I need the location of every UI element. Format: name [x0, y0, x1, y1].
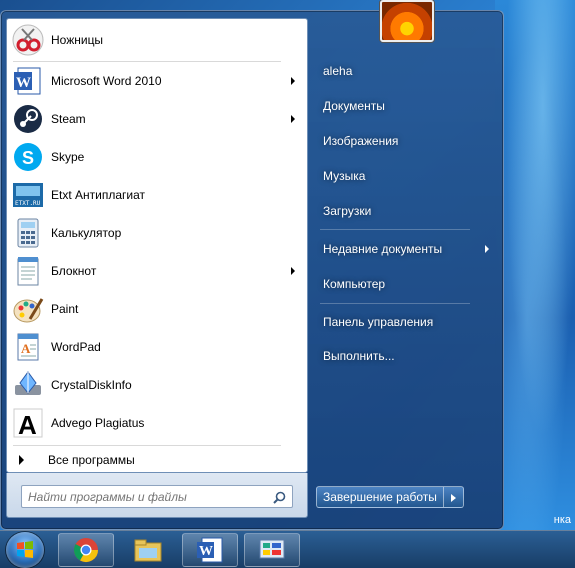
search-area	[6, 473, 308, 518]
search-box[interactable]	[21, 485, 293, 508]
program-notepad[interactable]: Блокнот	[7, 252, 307, 290]
control-panel-icon	[259, 539, 285, 559]
windows-logo-icon	[17, 541, 33, 558]
program-label: Skype	[51, 150, 85, 164]
divider	[13, 445, 281, 446]
program-calculator[interactable]: Калькулятор	[7, 214, 307, 252]
steam-icon	[12, 103, 44, 135]
program-snipping-tool[interactable]: Ножницы	[7, 21, 307, 59]
etxt-icon: ETXT.RU	[12, 179, 44, 211]
taskbar-explorer[interactable]	[120, 533, 176, 567]
divider	[320, 229, 470, 230]
right-item-label: Загрузки	[323, 204, 372, 218]
right-item-label: aleha	[323, 64, 353, 78]
program-label: Steam	[51, 112, 86, 126]
right-item-music[interactable]: Музыка	[315, 162, 497, 190]
right-item-run[interactable]: Выполнить...	[315, 342, 497, 370]
search-icon[interactable]	[273, 491, 286, 504]
taskbar-chrome[interactable]	[58, 533, 114, 567]
submenu-arrow-icon[interactable]	[485, 245, 489, 253]
start-button[interactable]	[6, 532, 44, 568]
program-label: Advego Plagiatus	[51, 416, 145, 430]
programs-pane: Ножницы W Microsoft Word 2010 Steam S Sk…	[6, 18, 308, 473]
word-icon: W	[197, 537, 223, 563]
right-item-label: Музыка	[323, 169, 366, 183]
shutdown-options-button[interactable]	[444, 486, 464, 508]
program-etxt[interactable]: ETXT.RU Etxt Антиплагиат	[7, 176, 307, 214]
calculator-icon	[12, 217, 44, 249]
shutdown-button[interactable]: Завершение работы	[316, 486, 444, 508]
program-label: Блокнот	[51, 264, 97, 278]
taskbar-control-panel[interactable]	[244, 533, 300, 567]
right-item-recent-documents[interactable]: Недавние документы	[315, 235, 497, 263]
submenu-arrow-icon[interactable]	[291, 267, 295, 275]
paint-icon	[12, 293, 44, 325]
desktop-icon-label[interactable]: нка	[515, 514, 575, 526]
program-steam[interactable]: Steam	[7, 100, 307, 138]
program-wordpad[interactable]: A WordPad	[7, 328, 307, 366]
user-avatar[interactable]	[380, 0, 434, 42]
expand-arrow-icon	[19, 455, 24, 465]
advego-icon: A	[12, 407, 44, 440]
right-item-user[interactable]: aleha	[315, 57, 497, 85]
svg-text:S: S	[22, 148, 34, 168]
explorer-icon	[134, 539, 162, 562]
right-item-label: Недавние документы	[323, 242, 443, 256]
desktop-wallpaper	[495, 0, 575, 530]
program-label: Etxt Антиплагиат	[51, 188, 145, 202]
right-item-downloads[interactable]: Загрузки	[315, 197, 497, 225]
submenu-arrow-icon[interactable]	[291, 115, 295, 123]
all-programs-button[interactable]: Все программы	[7, 447, 307, 473]
program-label: WordPad	[51, 340, 101, 354]
taskbar: W	[0, 530, 575, 568]
chrome-icon	[73, 538, 98, 563]
right-item-computer[interactable]: Компьютер	[315, 270, 497, 298]
skype-icon: S	[12, 141, 44, 173]
right-item-label: Компьютер	[323, 277, 386, 291]
program-skype[interactable]: S Skype	[7, 138, 307, 176]
submenu-arrow-icon[interactable]	[291, 77, 295, 85]
word-icon: W	[12, 65, 44, 97]
svg-text:A: A	[21, 341, 31, 356]
program-label: Ножницы	[51, 33, 104, 47]
program-label: Paint	[51, 302, 79, 316]
program-word[interactable]: W Microsoft Word 2010	[7, 62, 307, 100]
notepad-icon	[12, 255, 44, 287]
divider	[320, 303, 470, 304]
program-label: Microsoft Word 2010	[51, 74, 162, 88]
scissors-icon	[12, 24, 44, 56]
shutdown-label: Завершение работы	[323, 490, 437, 504]
svg-text:W: W	[16, 75, 31, 91]
svg-text:ETXT.RU: ETXT.RU	[15, 200, 41, 207]
program-label: Калькулятор	[51, 226, 122, 240]
all-programs-label: Все программы	[48, 453, 135, 467]
program-crystaldiskinfo[interactable]: CrystalDiskInfo	[7, 366, 307, 404]
crystaldiskinfo-icon	[12, 369, 44, 401]
taskbar-word[interactable]: W	[182, 533, 238, 567]
right-item-label: Выполнить...	[323, 349, 395, 363]
search-input[interactable]	[28, 489, 263, 504]
right-item-label: Изображения	[323, 134, 399, 148]
right-item-pictures[interactable]: Изображения	[315, 127, 497, 155]
right-item-label: Панель управления	[323, 315, 434, 329]
right-item-label: Документы	[323, 99, 385, 113]
wordpad-icon: A	[12, 331, 44, 363]
program-label: CrystalDiskInfo	[51, 378, 132, 392]
right-item-control-panel[interactable]: Панель управления	[315, 308, 497, 336]
program-paint[interactable]: Paint	[7, 290, 307, 328]
right-item-documents[interactable]: Документы	[315, 92, 497, 120]
svg-text:A: A	[18, 410, 37, 439]
program-advego[interactable]: A Advego Plagiatus	[7, 404, 307, 442]
svg-text:W: W	[199, 544, 213, 559]
